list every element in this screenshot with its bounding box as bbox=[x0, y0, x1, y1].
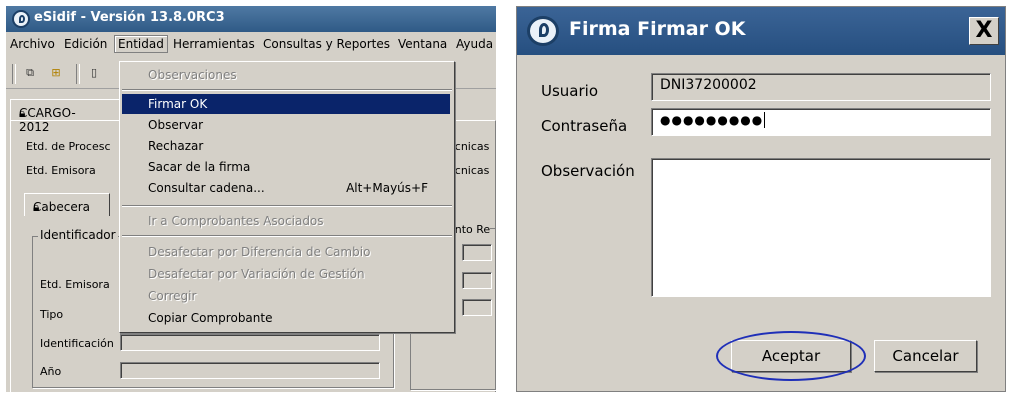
menu-entidad[interactable]: Entidad bbox=[114, 35, 168, 53]
label-etd-proceso: Etd. de Procesc bbox=[26, 140, 111, 153]
usuario-field[interactable]: DNI37200002 bbox=[651, 73, 991, 101]
identificacion-field[interactable] bbox=[120, 334, 380, 351]
tree-view-icon[interactable]: ⊞ bbox=[48, 65, 64, 81]
cancel-button[interactable]: Cancelar bbox=[874, 340, 977, 372]
window-title: eSidif - Versión 13.8.0RC3 bbox=[34, 10, 225, 25]
menu-item-observaciones[interactable]: Observaciones bbox=[122, 65, 450, 85]
menu-item-observar[interactable]: Observar bbox=[122, 115, 450, 135]
menu-archivo[interactable]: Archivo bbox=[10, 37, 55, 51]
anio-field[interactable] bbox=[120, 362, 380, 379]
observacion-textarea[interactable] bbox=[651, 158, 991, 297]
menu-item-rechazar[interactable]: Rechazar bbox=[122, 136, 450, 156]
menu-item-consultar-cadena[interactable]: Consultar cadena... Alt+Mayús+F bbox=[122, 178, 450, 198]
tab-cabecera-label: Cabecera bbox=[33, 200, 90, 214]
right-field-1[interactable] bbox=[462, 244, 492, 261]
restore-window-icon[interactable]: ⧉ bbox=[22, 65, 38, 81]
identificador-group-title: Identificador bbox=[38, 228, 118, 242]
menu-item-desafectar-cambio[interactable]: Desafectar por Diferencia de Cambio bbox=[122, 242, 450, 262]
accept-button[interactable]: Aceptar bbox=[731, 340, 851, 372]
dialog-title: Firma Firmar OK bbox=[569, 18, 746, 40]
menu-item-firmar-ok[interactable]: Firmar OK bbox=[122, 94, 450, 114]
menu-item-desafectar-gestion[interactable]: Desafectar por Variación de Gestión bbox=[122, 264, 450, 284]
menu-separator bbox=[122, 89, 452, 91]
observacion-label: Observación bbox=[541, 162, 635, 180]
tab-cabecera[interactable]: 🔒︎ Cabecera bbox=[24, 193, 110, 216]
label-etd-emisora: Etd. Emisora bbox=[26, 164, 96, 177]
dialog-titlebar: Firma Firmar OK X bbox=[517, 7, 1005, 55]
menubar: Archivo Edición Entidad Herramientas Con… bbox=[6, 33, 496, 55]
label-tipo: Tipo bbox=[40, 308, 64, 321]
menu-ventana[interactable]: Ventana bbox=[398, 37, 447, 51]
password-field[interactable]: ●●●●●●●●● bbox=[651, 108, 991, 136]
esidif-logo-icon bbox=[527, 16, 559, 46]
menu-item-corregir[interactable]: Corregir bbox=[122, 286, 450, 306]
window-titlebar: eSidif - Versión 13.8.0RC3 bbox=[6, 6, 496, 32]
password-value: ●●●●●●●●● bbox=[660, 113, 764, 127]
toolbar-separator bbox=[12, 64, 16, 84]
password-label: Contraseña bbox=[541, 117, 628, 135]
firma-dialog: Firma Firmar OK X Usuario DNI37200002 Co… bbox=[516, 6, 1006, 392]
esidif-window: eSidif - Versión 13.8.0RC3 Archivo Edici… bbox=[6, 6, 496, 392]
label-etd-emisora-2: Etd. Emisora bbox=[40, 278, 110, 291]
menu-herramientas[interactable]: Herramientas bbox=[173, 37, 255, 51]
esidif-logo-icon bbox=[12, 10, 30, 28]
usuario-value: DNI37200002 bbox=[660, 77, 757, 93]
toolbar-separator bbox=[76, 64, 80, 84]
menu-item-ir-comprobantes[interactable]: Ir a Comprobantes Asociados bbox=[122, 211, 450, 231]
right-field-2[interactable] bbox=[462, 272, 492, 289]
shortcut-label: Alt+Mayús+F bbox=[346, 181, 428, 195]
new-document-icon[interactable]: ▯ bbox=[86, 65, 102, 81]
close-icon[interactable]: X bbox=[969, 17, 999, 45]
menu-separator bbox=[122, 235, 452, 237]
label-identificacion: Identificación bbox=[40, 337, 114, 350]
menu-separator bbox=[122, 205, 452, 207]
label-anio: Año bbox=[40, 365, 62, 378]
menu-ayuda[interactable]: Ayuda bbox=[456, 37, 493, 51]
entidad-dropdown-menu: Observaciones Firmar OK Observar Rechaza… bbox=[119, 61, 455, 333]
menu-item-sacar-firma[interactable]: Sacar de la firma bbox=[122, 157, 450, 177]
menu-consultas-reportes[interactable]: Consultas y Reportes bbox=[263, 37, 390, 51]
right-field-3[interactable] bbox=[462, 299, 492, 316]
text-caret bbox=[764, 112, 766, 128]
menu-edicion[interactable]: Edición bbox=[64, 37, 107, 51]
menu-item-copiar-comprobante[interactable]: Copiar Comprobante bbox=[122, 308, 450, 328]
usuario-label: Usuario bbox=[541, 82, 599, 100]
